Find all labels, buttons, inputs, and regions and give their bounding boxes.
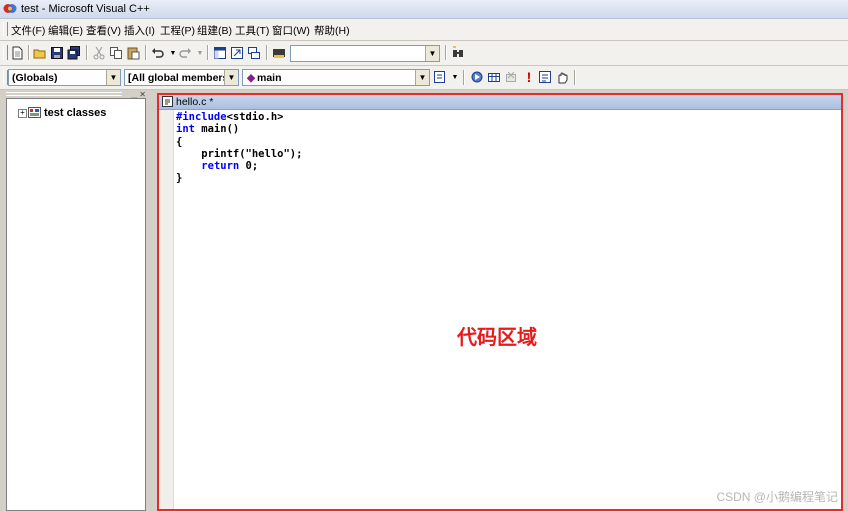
code-line: { — [176, 135, 183, 148]
save-icon[interactable] — [50, 46, 64, 60]
code-area-annotation: 代码区域 — [457, 327, 537, 349]
execute-icon[interactable]: ! — [522, 70, 536, 84]
chevron-down-icon[interactable]: ▼ — [415, 70, 429, 85]
classes-folder-icon — [28, 107, 41, 118]
go-debug-icon[interactable] — [538, 70, 552, 84]
find-binoculars-icon[interactable] — [451, 46, 465, 60]
function-diamond-icon: ◆ — [247, 72, 256, 84]
save-all-icon[interactable] — [67, 46, 81, 60]
cut-icon[interactable] — [92, 46, 106, 60]
toolbar-separator — [86, 45, 88, 60]
code-text: 0; — [239, 160, 259, 173]
class-view-pane[interactable]: + test classes — [6, 98, 146, 511]
code-line: return 0; — [176, 160, 302, 172]
chevron-down-icon[interactable]: ▼ — [106, 70, 120, 85]
editor-gutter[interactable] — [159, 110, 174, 509]
compile-icon[interactable] — [470, 70, 484, 84]
menu-view[interactable]: 查看(V) — [86, 23, 121, 38]
toolbar-separator — [266, 45, 268, 60]
menu-project[interactable]: 工程(P) — [160, 23, 195, 38]
menu-help[interactable]: 帮助(H) — [314, 23, 350, 38]
code-text: main() — [194, 123, 240, 136]
scope-combo-value: (Globals) — [12, 72, 58, 84]
find-in-files-icon[interactable] — [272, 46, 286, 60]
new-file-icon[interactable] — [10, 46, 24, 60]
wizard-bar: (Globals) ▼ [All global members ▼ ◆ main… — [0, 66, 848, 90]
output-window-icon[interactable] — [230, 46, 244, 60]
function-combo[interactable]: ◆ main ▼ — [242, 69, 430, 86]
visual-cpp-icon — [3, 4, 17, 13]
watermark: CSDN @小鹅编程笔记 — [716, 490, 838, 504]
standard-toolbar: ▼ ▼ ▼ — [0, 41, 848, 66]
paste-icon[interactable] — [126, 46, 140, 60]
menu-edit[interactable]: 编辑(E) — [48, 23, 83, 38]
find-combo[interactable]: ▼ — [290, 45, 440, 62]
menu-window[interactable]: 窗口(W) — [272, 23, 310, 38]
wizard-action-icon[interactable] — [433, 70, 447, 84]
menu-bar: 文件(F) 编辑(E) 查看(V) 插入(I) 工程(P) 组建(B) 工具(T… — [0, 19, 848, 41]
toolbar-separator — [28, 45, 30, 60]
document-title-bar[interactable]: hello.c * — [159, 95, 841, 110]
tree-root-label[interactable]: test classes — [44, 107, 106, 119]
build-icon[interactable] — [487, 70, 501, 84]
copy-icon[interactable] — [109, 46, 123, 60]
code-keyword: return — [201, 160, 240, 173]
code-line: } — [176, 172, 183, 185]
code-line: printf("hello"); — [176, 147, 303, 160]
members-combo[interactable]: [All global members ▼ — [124, 69, 239, 86]
code-line: #include<stdio.h> — [176, 111, 302, 123]
code-line: int main() — [176, 123, 302, 135]
window-list-icon[interactable] — [247, 46, 261, 60]
document-title: hello.c * — [176, 96, 214, 108]
workspace-pane-header: ▁ ✕ — [6, 90, 146, 99]
members-combo-value: [All global members — [128, 72, 224, 84]
chevron-down-icon[interactable]: ▼ — [425, 46, 439, 61]
code-keyword: int — [176, 123, 195, 136]
tree-expand-icon[interactable]: + — [18, 109, 27, 118]
toolbar-separator — [207, 45, 209, 60]
toolbar-separator — [463, 70, 465, 85]
open-folder-icon[interactable] — [33, 46, 47, 60]
breakpoint-hand-icon[interactable] — [555, 70, 569, 84]
chevron-down-icon[interactable]: ▼ — [224, 70, 238, 85]
window-title: test - Microsoft Visual C++ — [21, 3, 150, 15]
title-bar: test - Microsoft Visual C++ — [0, 0, 848, 19]
document-icon — [162, 96, 173, 107]
menubar-grip[interactable] — [3, 22, 8, 36]
menu-file[interactable]: 文件(F) — [11, 23, 45, 38]
code-area[interactable]: #include<stdio.h> int main() { printf("h… — [176, 111, 302, 185]
code-keyword: #include — [176, 111, 227, 123]
menu-insert[interactable]: 插入(I) — [124, 23, 155, 38]
toolbar-separator — [145, 45, 147, 60]
menu-tools[interactable]: 工具(T) — [235, 23, 269, 38]
workspace-window-icon[interactable] — [213, 46, 227, 60]
code-text: <stdio.h> — [226, 111, 284, 123]
scope-combo[interactable]: (Globals) ▼ — [8, 69, 121, 86]
undo-icon[interactable] — [151, 46, 165, 60]
pane-splitter[interactable] — [148, 90, 156, 511]
toolbar-grip[interactable] — [3, 45, 8, 60]
wizard-action-dropdown-icon[interactable]: ▼ — [448, 71, 462, 85]
menu-build[interactable]: 组建(B) — [197, 23, 232, 38]
toolbar-separator — [574, 70, 576, 85]
code-editor-window: hello.c * #include<stdio.h> int main() {… — [157, 93, 843, 511]
function-combo-value: main — [257, 72, 282, 84]
redo-icon[interactable] — [178, 46, 192, 60]
redo-dropdown-icon[interactable]: ▼ — [193, 47, 207, 61]
stop-build-icon[interactable] — [504, 70, 518, 84]
toolbar-separator — [445, 45, 447, 60]
